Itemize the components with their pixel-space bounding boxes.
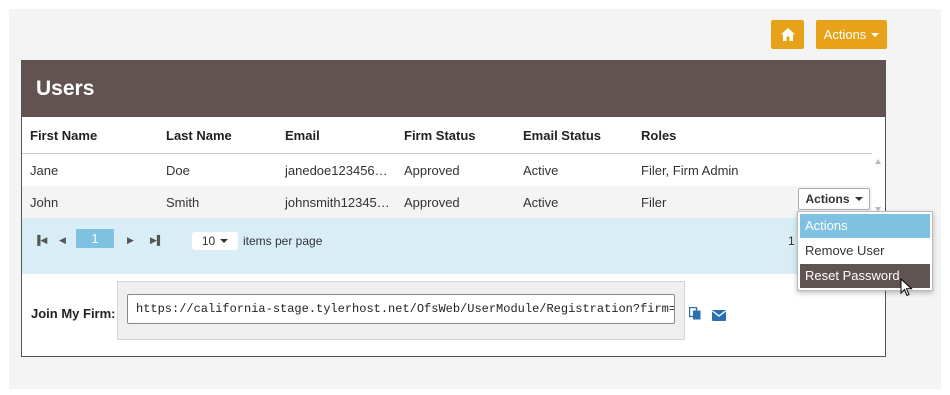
cell-last-name: Smith	[166, 195, 200, 210]
cell-firm-status: Approved	[404, 195, 460, 210]
users-panel: Users First Name Last Name Email Firm St…	[21, 60, 886, 357]
cell-email-status: Active	[523, 163, 559, 178]
chevron-down-icon	[854, 197, 863, 201]
column-header-first-name[interactable]: First Name	[30, 128, 97, 143]
home-icon	[780, 28, 795, 41]
cell-email: janedoe123456…	[285, 163, 388, 178]
cell-last-name: Doe	[166, 163, 190, 178]
column-header-roles[interactable]: Roles	[641, 128, 676, 143]
pagination-info: 1	[788, 234, 795, 248]
panel-title: Users	[22, 61, 885, 117]
mouse-cursor-icon	[900, 278, 913, 297]
next-page-icon[interactable]: ▶	[127, 235, 134, 246]
current-page-button[interactable]: 1	[76, 229, 114, 248]
column-header-email[interactable]: Email	[285, 128, 320, 143]
cell-email: johnsmith12345…	[285, 195, 390, 210]
cell-roles: Filer, Firm Admin	[641, 163, 739, 178]
join-firm-url-field[interactable]: https://california-stage.tylerhost.net/O…	[127, 294, 675, 324]
copy-icon[interactable]	[688, 306, 702, 323]
column-header-last-name[interactable]: Last Name	[166, 128, 232, 143]
table-row[interactable]: Jane Doe janedoe123456… Approved Active …	[22, 154, 872, 186]
items-per-page-value: 10	[201, 234, 216, 248]
join-firm-label: Join My Firm:	[31, 306, 116, 321]
join-firm-box: https://california-stage.tylerhost.net/O…	[117, 281, 685, 340]
top-actions-button[interactable]: Actions	[816, 20, 887, 49]
cell-firm-status: Approved	[404, 163, 460, 178]
scroll-up-arrow-icon[interactable]	[875, 159, 881, 164]
row-actions-label: Actions	[805, 192, 850, 206]
first-page-icon[interactable]: ▐◀	[34, 235, 47, 246]
items-per-page-label: items per page	[243, 234, 323, 248]
items-per-page-select[interactable]: 10	[192, 232, 238, 250]
chevron-down-icon	[871, 32, 880, 37]
last-page-icon[interactable]: ▶▌	[150, 235, 163, 246]
menu-item-actions[interactable]: Actions	[800, 214, 930, 238]
row-actions-button[interactable]: Actions	[798, 188, 870, 210]
home-button[interactable]	[771, 20, 804, 49]
cell-first-name: Jane	[30, 163, 59, 178]
column-header-email-status[interactable]: Email Status	[523, 128, 601, 143]
cell-email-status: Active	[523, 195, 559, 210]
top-actions-label: Actions	[823, 27, 867, 42]
previous-page-icon[interactable]: ◀	[59, 235, 66, 246]
cell-roles: Filer	[641, 195, 667, 210]
chevron-down-icon	[220, 239, 229, 243]
cell-first-name: John	[30, 195, 59, 210]
column-header-firm-status[interactable]: Firm Status	[404, 128, 476, 143]
envelope-icon[interactable]	[712, 308, 726, 324]
table-row[interactable]: John Smith johnsmith12345… Approved Acti…	[22, 186, 872, 218]
pagination-bar: ▐◀ ◀ 1 ▶ ▶▌ 10 items per page 1	[22, 218, 885, 274]
menu-item-remove-user[interactable]: Remove User	[800, 239, 930, 263]
